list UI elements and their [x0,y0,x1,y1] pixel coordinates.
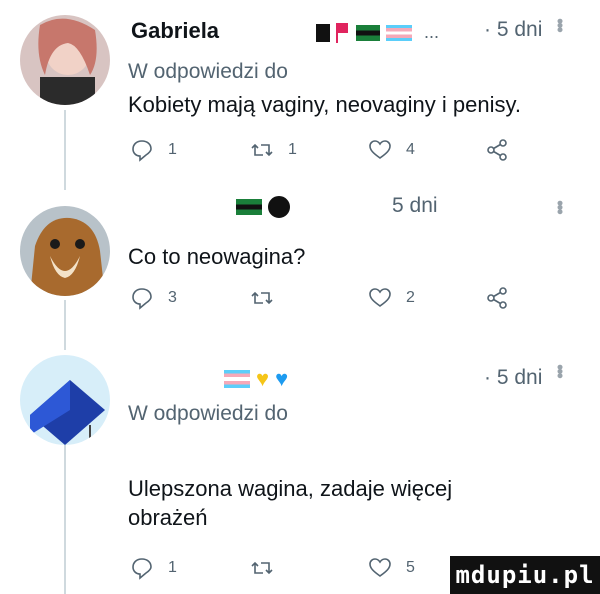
tweet[interactable]: 5 dni ••• Co to neowagina? 3 2 [0,190,600,340]
more-icon[interactable]: ••• [549,364,570,377]
like-icon [369,288,391,307]
trans-flag-icon [224,370,250,388]
tweet-text: Ulepszona wagina, zadaje więcej obrażeń [128,476,453,530]
share-button[interactable] [485,138,509,162]
more-icon[interactable]: ••• [549,18,570,31]
retweet-icon [251,291,273,305]
reply-to: W odpowiedzi do [128,60,288,83]
avatar[interactable] [20,15,110,105]
tweet-actions: 3 2 [130,286,530,316]
share-icon [487,139,507,161]
retweet-icon [251,143,273,157]
reply-icon [132,288,152,310]
like-count: 2 [406,289,415,306]
like-count: 5 [406,559,415,576]
yellow-heart-icon: ♥ [256,366,270,391]
reply-button[interactable]: 3 [130,286,177,310]
retweet-button[interactable] [250,286,288,310]
like-count: 4 [406,141,415,158]
author-name[interactable]: Gabriela [131,18,219,44]
reply-to: W odpowiedzi do [128,402,288,425]
retweet-button[interactable]: 1 [250,138,297,162]
retweet-button[interactable] [250,556,288,580]
timestamp[interactable]: 5 dni [392,194,438,218]
blue-heart-icon: ♥ [275,366,289,391]
reply-button[interactable]: 1 [130,138,177,162]
red-flag-icon [336,22,350,43]
tweet-actions: 1 1 4 [130,138,530,168]
like-button[interactable]: 5 [368,556,415,580]
reply-count: 1 [168,559,177,576]
reply-count: 1 [168,141,177,158]
retweet-count: 1 [288,141,297,158]
like-icon [369,558,391,577]
tweet-text: Kobiety mają vaginy, neovaginy i penisy. [128,92,521,117]
flag-icon [356,24,380,41]
timestamp[interactable]: · 5 dni [484,366,542,390]
flags-ellipsis: ... [424,22,440,42]
profile-flags: ... [316,22,439,43]
reply-button[interactable]: 1 [130,556,177,580]
reply-icon [132,140,152,162]
tweet[interactable]: Gabriela ... · 5 dni ••• W odpowiedzi do… [0,0,600,190]
share-icon [487,287,507,309]
no-smoking-icon [268,196,290,218]
tweet-text: Co to neowagina? [128,244,306,269]
profile-flags [236,196,290,218]
avatar[interactable] [20,206,110,296]
flag-icon [236,199,262,215]
like-icon [369,140,391,159]
retweet-icon [251,561,273,575]
like-button[interactable]: 4 [368,138,415,162]
avatar[interactable] [20,355,110,445]
like-button[interactable]: 2 [368,286,415,310]
reply-count: 3 [168,289,177,306]
share-button[interactable] [485,286,509,310]
profile-flags: ♥ ♥ [224,366,289,391]
more-icon[interactable]: ••• [549,200,570,213]
timestamp[interactable]: · 5 dni [484,18,542,42]
trans-flag-icon [386,24,412,41]
reply-icon [132,558,152,580]
watermark-logo: mdupiu.pl [450,556,600,594]
black-flag-icon [316,23,330,42]
